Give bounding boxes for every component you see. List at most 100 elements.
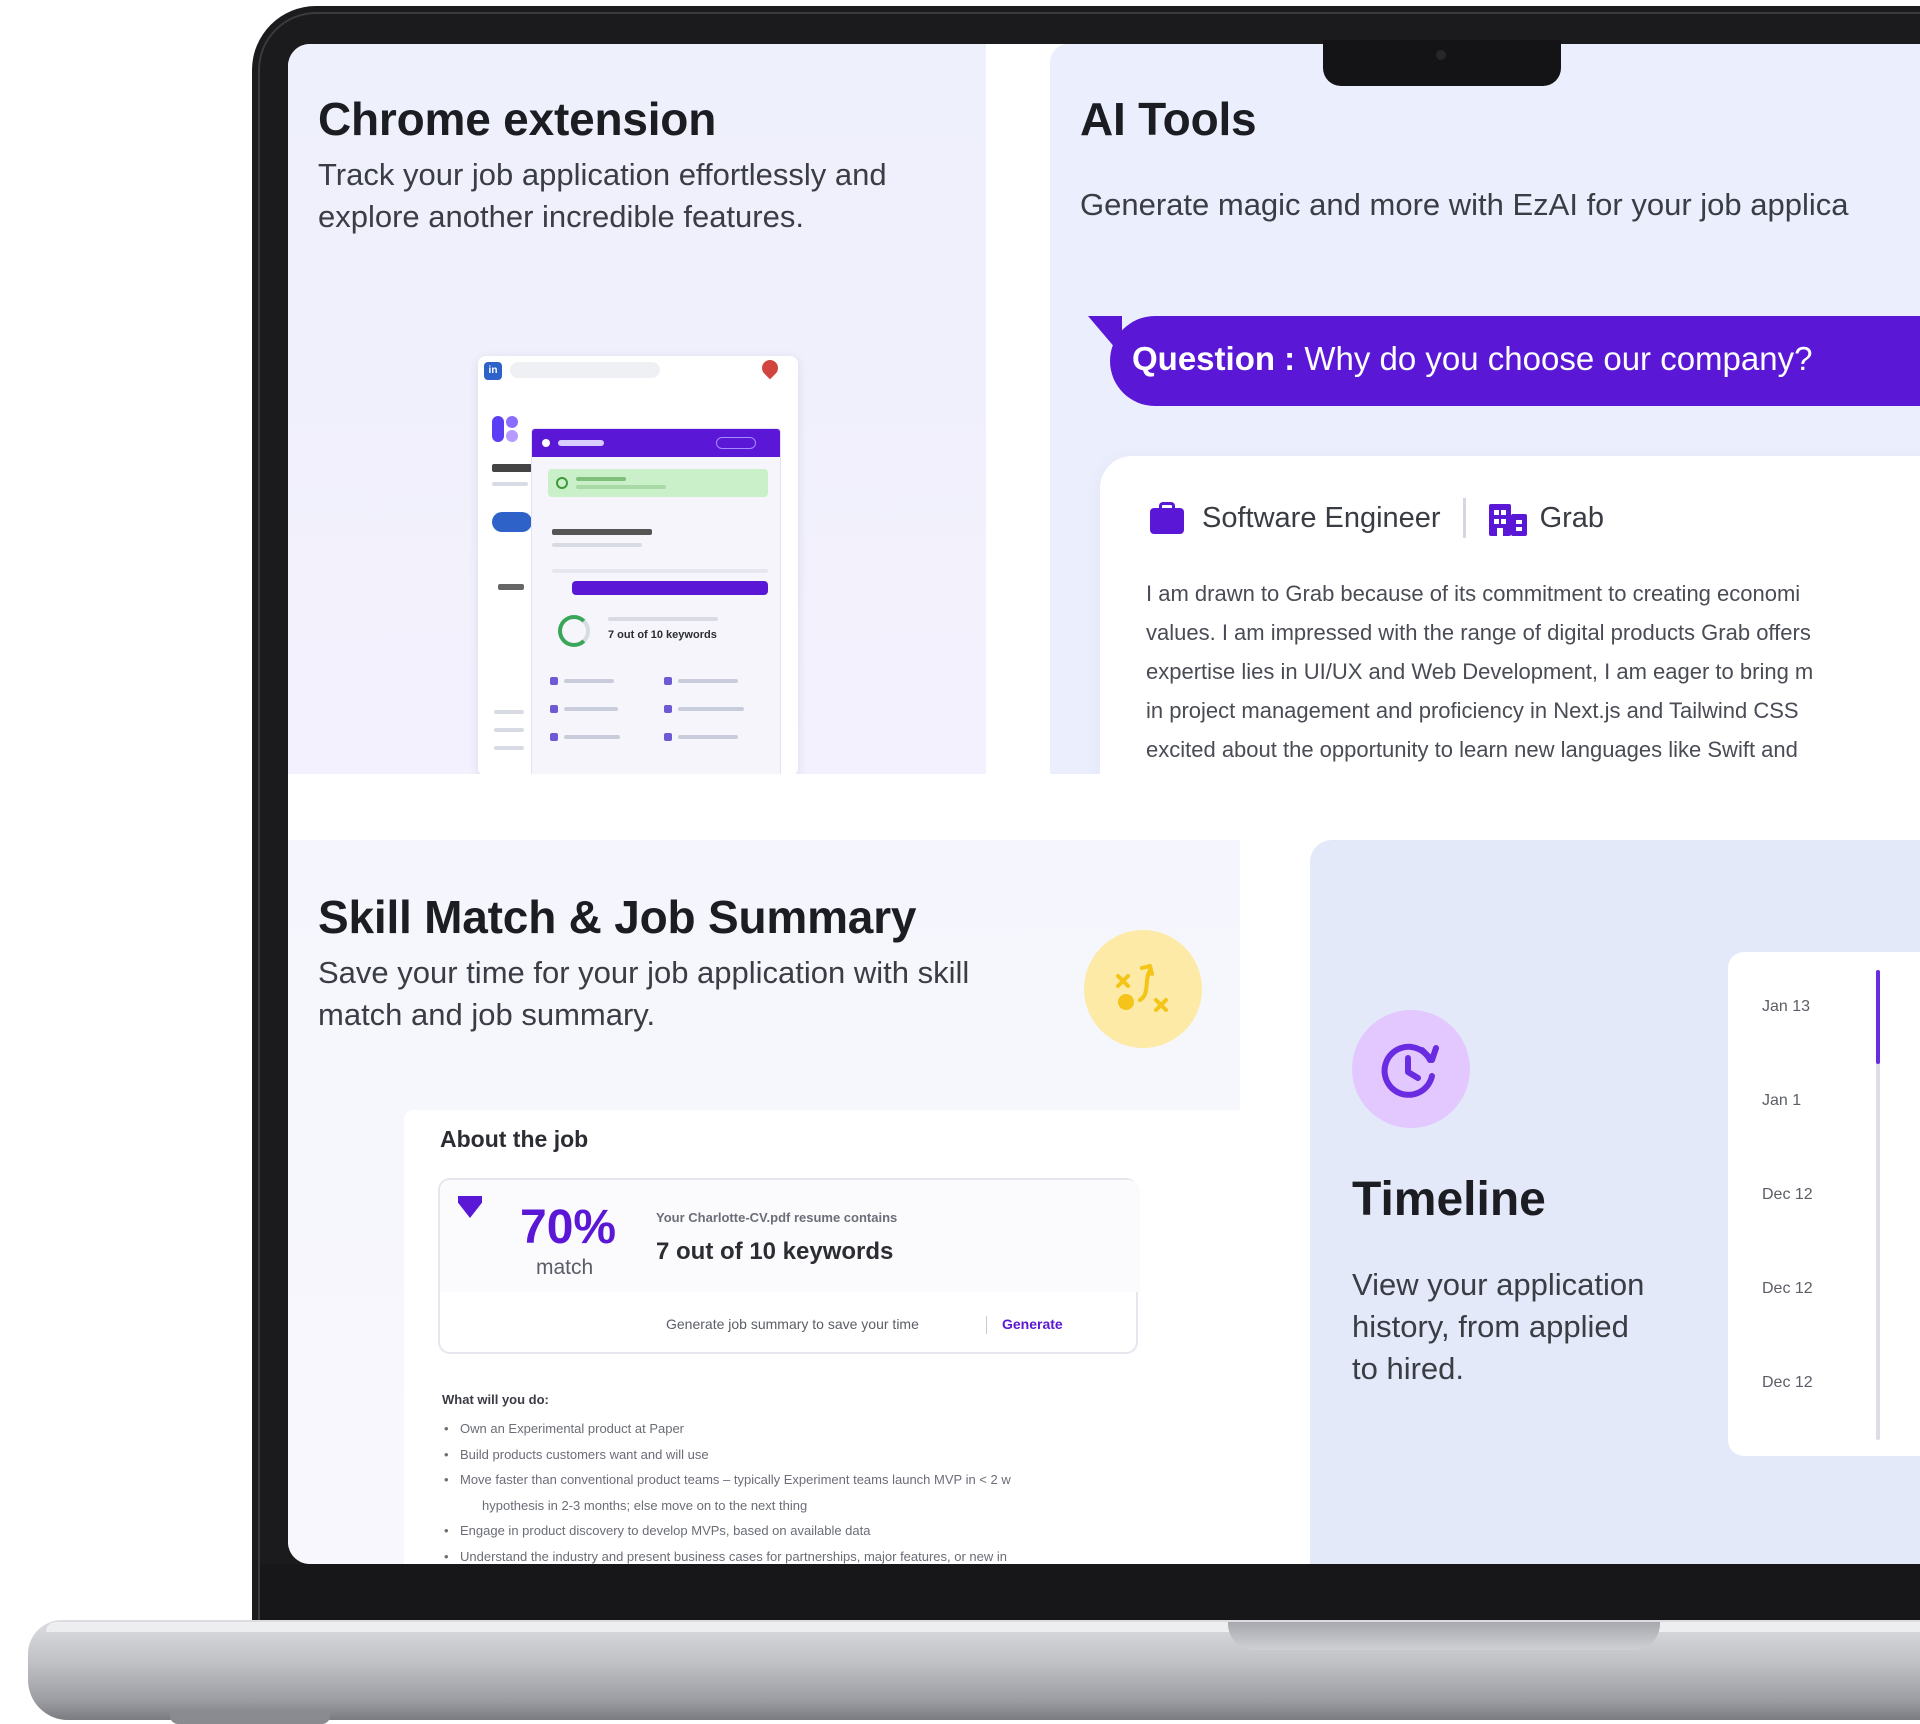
generate-summary-hint: Generate job summary to save your time	[666, 1316, 919, 1332]
camera-notch	[1323, 40, 1561, 86]
mock-divider	[552, 569, 768, 573]
job-role-label: Software Engineer	[1202, 501, 1441, 534]
timeline-desc-line-1: View your application	[1352, 1267, 1645, 1302]
answer-line: values. I am impressed with the range of…	[1146, 620, 1811, 645]
mock-feature-icon	[664, 733, 672, 741]
strategy-icon	[1084, 930, 1202, 1048]
job-found-banner	[548, 469, 768, 497]
chrome-extension-desc-line-2: explore another incredible features.	[318, 199, 804, 234]
company-label: Grab	[1539, 501, 1605, 534]
chrome-extension-desc-line-1: Track your job application effortlessly …	[318, 157, 887, 192]
list-item: Engage in product discovery to develop M…	[442, 1518, 1011, 1544]
mock-apply-button	[492, 512, 532, 532]
timeline-date: Jan 13	[1762, 998, 1811, 1015]
laptop-screen: Chrome extension Track your job applicat…	[288, 44, 1920, 1564]
ai-tools-description: Generate magic and more with EzAI for yo…	[1080, 187, 1849, 222]
mock-keywords-text: 7 out of 10 keywords	[608, 629, 717, 641]
mock-search-bar	[510, 362, 660, 378]
mock-save-button	[572, 581, 768, 595]
chrome-extension-description: Track your job application effortlessly …	[318, 154, 887, 238]
role-separator	[1462, 498, 1466, 538]
list-item: Build products customers want and will u…	[442, 1442, 1011, 1468]
extension-popup-header	[532, 429, 780, 457]
mock-feature-label	[564, 735, 620, 739]
skill-match-desc-line-1: Save your time for your job application …	[318, 955, 970, 990]
timeline-date: Jan 1	[1762, 1092, 1802, 1109]
ai-tools-card: AI Tools Generate magic and more with Ez…	[1050, 44, 1920, 774]
match-percentage: 70%	[520, 1201, 617, 1254]
timeline-card: Timeline View your application history, …	[1310, 840, 1920, 1564]
list-item-continuation: hypothesis in 2-3 months; else move on t…	[482, 1497, 808, 1513]
stage: Chrome extension Track your job applicat…	[0, 0, 1920, 1724]
mock-line	[494, 728, 524, 732]
job-role-row: Software Engineer Grab	[1148, 498, 1604, 538]
match-label: match	[536, 1256, 594, 1279]
briefcase-icon	[1148, 500, 1186, 536]
skill-match-box: 70% match Your Charlotte-CV.pdf resume c…	[438, 1178, 1140, 1354]
mock-feature-icon	[550, 677, 558, 685]
laptop-foot	[170, 1712, 330, 1724]
list-item: Move faster than conventional product te…	[442, 1467, 1011, 1493]
mock-title-line	[492, 464, 532, 472]
skill-match-card: Skill Match & Job Summary Save your time…	[288, 840, 1240, 1564]
timeline-desc-line-2: history, from applied	[1352, 1309, 1629, 1344]
answer-line: I am drawn to Grab because of its commit…	[1146, 581, 1801, 606]
mock-feature-label	[678, 707, 744, 711]
resume-contains-text: Your Charlotte-CV.pdf resume contains	[656, 1210, 898, 1225]
ai-tools-title: AI Tools	[1080, 93, 1257, 145]
timeline-description: View your application history, from appl…	[1352, 1264, 1692, 1390]
mock-line	[552, 543, 642, 547]
about-the-job-card: About the job 70% match Your Charlotte-C…	[404, 1110, 1240, 1564]
mock-match-ring	[558, 615, 590, 647]
ai-answer-text: I am drawn to Grab because of its commit…	[1146, 574, 1920, 769]
timeline-desc-line-3: to hired.	[1352, 1351, 1465, 1386]
question-text: Question : Why do you choose our company…	[1132, 340, 1812, 378]
mock-about-line	[498, 584, 524, 590]
generate-summary-link[interactable]: Generate	[1002, 1316, 1063, 1332]
laptop-opening-notch	[1228, 1622, 1660, 1650]
answer-line: excited about the opportunity to learn n…	[1146, 737, 1798, 762]
extension-popup-panel: 7 out of 10 keywords	[531, 428, 781, 774]
question-content: Why do you choose our company?	[1304, 340, 1813, 377]
about-job-title: About the job	[440, 1126, 589, 1152]
timeline-date: Dec 12	[1762, 1280, 1813, 1297]
timeline-date: Dec 12	[1762, 1186, 1813, 1203]
timeline-date: Dec 12	[1762, 1374, 1813, 1391]
mock-feature-icon	[664, 705, 672, 713]
question-label: Question :	[1132, 340, 1296, 377]
skill-match-title: Skill Match & Job Summary	[318, 891, 917, 943]
generate-separator	[986, 1316, 987, 1334]
chrome-extension-card: Chrome extension Track your job applicat…	[288, 44, 986, 774]
mock-feature-icon	[550, 705, 558, 713]
timeline-history-list: Jan 13 Jan 1 Dec 12 Dec 12 Dec 12	[1728, 952, 1920, 1456]
building-icon	[1488, 500, 1527, 536]
timeline-title: Timeline	[1352, 1173, 1546, 1226]
answer-line: in project management and proficiency in…	[1146, 698, 1799, 723]
timeline-progress	[1876, 970, 1880, 1064]
skill-match-description: Save your time for your job application …	[318, 952, 969, 1036]
ai-answer-card: Software Engineer Grab I am drawn to Gra…	[1100, 456, 1920, 774]
skill-match-desc-line-2: match and job summary.	[318, 997, 656, 1032]
history-clock-icon	[1352, 1010, 1470, 1128]
chrome-extension-title: Chrome extension	[318, 93, 717, 145]
answer-line: expertise lies in UI/UX and Web Developm…	[1146, 659, 1814, 684]
list-item: Understand the industry and present busi…	[442, 1544, 1011, 1565]
mock-feature-label	[678, 679, 738, 683]
mock-feature-label	[564, 707, 618, 711]
mock-feature-label	[564, 679, 614, 683]
camera-icon	[1436, 50, 1446, 60]
mock-line	[494, 746, 524, 750]
mock-company-logo	[492, 416, 520, 446]
mock-job-title	[552, 529, 652, 535]
mock-line	[608, 617, 718, 621]
linkedin-icon: in	[484, 362, 502, 380]
mock-feature-icon	[664, 677, 672, 685]
list-item: Own an Experimental product at Paper	[442, 1416, 1011, 1442]
mock-line	[494, 710, 524, 714]
mock-line	[492, 482, 528, 486]
job-duties-title: What will you do:	[442, 1392, 549, 1407]
keywords-count: 7 out of 10 keywords	[656, 1238, 894, 1265]
mock-feature-label	[678, 735, 738, 739]
mock-feature-icon	[550, 733, 558, 741]
job-duties-list: Own an Experimental product at Paper Bui…	[442, 1416, 1011, 1564]
